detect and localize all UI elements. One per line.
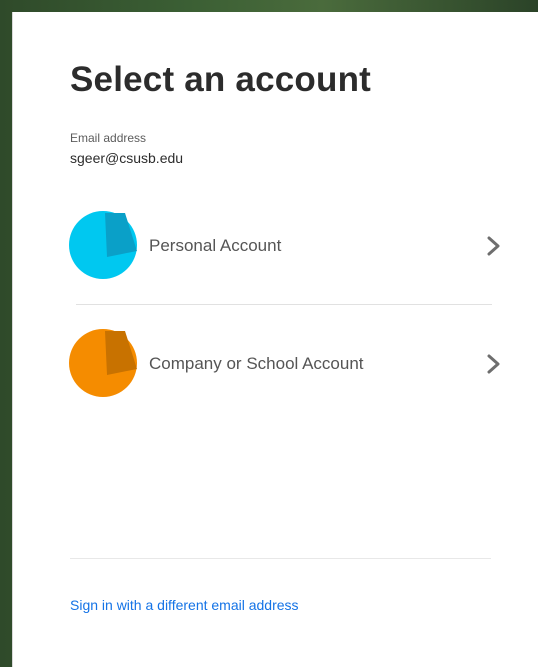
personal-account-avatar-icon bbox=[69, 211, 137, 279]
company-account-option[interactable]: Company or School Account bbox=[69, 329, 503, 399]
email-address-value: sgeer@csusb.edu bbox=[70, 150, 184, 166]
page-title: Select an account bbox=[70, 60, 372, 99]
account-divider bbox=[76, 304, 492, 305]
footer-divider bbox=[70, 558, 491, 559]
different-email-link[interactable]: Sign in with a different email address bbox=[70, 596, 299, 614]
personal-account-label: Personal Account bbox=[149, 236, 282, 255]
chevron-right-icon bbox=[485, 235, 503, 257]
company-account-label: Company or School Account bbox=[149, 354, 364, 373]
account-selection-panel: Select an account Email address sgeer@cs… bbox=[12, 12, 538, 667]
email-address-label: Email address bbox=[70, 131, 147, 145]
personal-account-option[interactable]: Personal Account bbox=[69, 211, 503, 281]
company-account-avatar-icon bbox=[69, 329, 137, 397]
chevron-right-icon bbox=[485, 353, 503, 375]
